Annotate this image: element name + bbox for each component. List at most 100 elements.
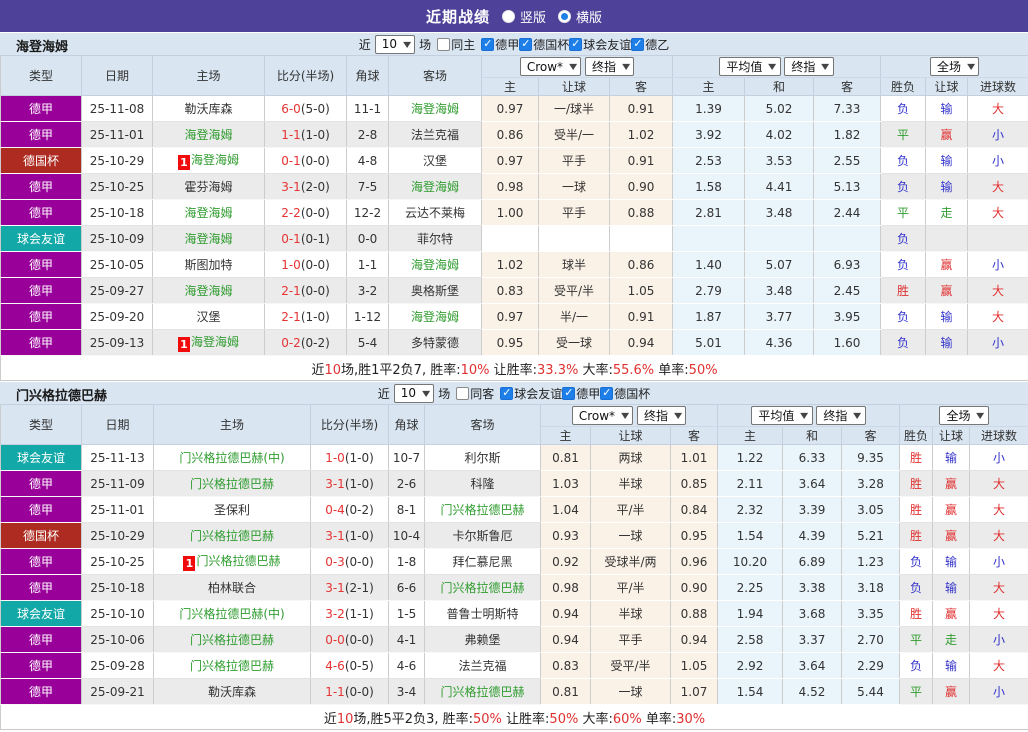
result-cell: 负 [900, 653, 933, 679]
result-text: 赢 [945, 607, 957, 621]
league-filter[interactable]: 德甲 [481, 36, 519, 53]
odds-company-select[interactable]: Crow*▼ [572, 406, 633, 425]
average-odds-cell: 1.39 [673, 96, 745, 122]
result-text: 负 [910, 659, 922, 673]
team-name: 勒沃库森 [184, 102, 232, 116]
scope-select[interactable]: 全场▼ [930, 57, 979, 76]
result-text: 大 [993, 503, 1005, 517]
handicap-odds-cell [482, 226, 539, 252]
league-badge: 德甲 [1, 174, 82, 200]
result-cell: 负 [881, 304, 926, 330]
same-venue-filter[interactable]: 同主 [437, 36, 475, 53]
col-avg-draw: 和 [783, 427, 842, 445]
fulltime-score: 0-1 [281, 154, 301, 168]
fulltime-score: 3-1 [325, 477, 345, 491]
result-cell: 负 [881, 174, 926, 200]
final-index-select[interactable]: 终指▼ [637, 406, 686, 425]
handicap-odds-cell: 1.02 [610, 122, 673, 148]
league-badge: 德甲 [1, 653, 82, 679]
team-name: 奥格斯堡 [411, 284, 459, 298]
handicap-odds-cell: 0.98 [541, 575, 591, 601]
odds-company-select[interactable]: Crow*▼ [520, 57, 581, 76]
checkbox-icon[interactable] [519, 38, 532, 51]
checkbox-icon[interactable] [600, 387, 613, 400]
scope-value: 全场 [946, 407, 970, 424]
date-cell: 25-10-18 [82, 200, 153, 226]
league-filter[interactable]: 德甲 [562, 385, 600, 402]
team-name: 门兴格拉德巴赫 [440, 685, 524, 699]
checkbox-icon[interactable] [456, 387, 469, 400]
halftime-score: (0-0) [301, 206, 330, 220]
team-name: 海登海姆 [411, 258, 459, 272]
league-filter[interactable]: 德国杯 [600, 385, 650, 402]
result-text: 输 [945, 581, 957, 595]
handicap-odds-cell: 0.86 [482, 122, 539, 148]
date-cell: 25-11-09 [82, 471, 154, 497]
checkbox-icon[interactable] [631, 38, 644, 51]
average-select[interactable]: 平均值▼ [751, 406, 812, 425]
checkbox-icon[interactable] [562, 387, 575, 400]
radio-icon[interactable] [502, 10, 515, 23]
match-count-select[interactable]: 10 ▼ [394, 384, 434, 403]
league-filter[interactable]: 德乙 [631, 36, 669, 53]
scope-select[interactable]: 全场▼ [939, 406, 988, 425]
home-team-cell: 霍芬海姆 [153, 174, 265, 200]
date-cell: 25-11-08 [82, 96, 153, 122]
halftime-score: (0-0) [301, 154, 330, 168]
summary-part: 30% [676, 712, 705, 727]
league-filter-label: 德甲 [576, 385, 600, 402]
handicap-odds-cell: 0.94 [610, 330, 673, 356]
chevron-down-icon: ▼ [854, 411, 862, 420]
team-name: 海登海姆 [184, 232, 232, 246]
col-away-odds: 客 [671, 427, 718, 445]
goals-result-cell: 小 [970, 549, 1028, 575]
league-filter[interactable]: 球会友谊 [500, 385, 562, 402]
handicap-odds-cell: 一/球半 [539, 96, 610, 122]
checkbox-icon[interactable] [481, 38, 494, 51]
league-filter[interactable]: 球会友谊 [569, 36, 631, 53]
result-text: 输 [941, 102, 953, 116]
same-venue-filter[interactable]: 同客 [456, 385, 494, 402]
col-home-odds: 主 [541, 427, 591, 445]
radio-icon[interactable] [558, 10, 571, 23]
title-bar: 近期战绩 竖版 横版 [0, 0, 1028, 32]
average-select[interactable]: 平均值▼ [719, 57, 780, 76]
score-cell: 0-3(0-0) [311, 549, 389, 575]
final-index-select[interactable]: 终指▼ [784, 57, 833, 76]
corner-cell: 12-2 [347, 200, 389, 226]
league-filter[interactable]: 德国杯 [519, 36, 569, 53]
layout-vertical-radio[interactable]: 竖版 [502, 7, 546, 26]
fulltime-score: 1-1 [325, 685, 345, 699]
result-cell: 胜 [900, 445, 933, 471]
average-odds-cell [745, 226, 814, 252]
col-avg-away: 客 [814, 78, 881, 96]
checkbox-icon[interactable] [500, 387, 513, 400]
checkbox-icon[interactable] [569, 38, 582, 51]
result-cell: 胜 [900, 471, 933, 497]
checkbox-icon[interactable] [437, 38, 450, 51]
match-count-select[interactable]: 10 ▼ [375, 35, 415, 54]
result-cell: 平 [881, 200, 926, 226]
average-odds-cell: 1.82 [814, 122, 881, 148]
goals-result-cell: 大 [970, 471, 1028, 497]
result-text: 走 [945, 633, 957, 647]
odds-company-value: Crow* [579, 409, 615, 423]
col-corner: 角球 [389, 405, 425, 445]
games-label: 场 [438, 385, 450, 402]
team-name: 海登海姆 [411, 310, 459, 324]
team-name: 海登海姆 [184, 128, 232, 142]
col-away: 客场 [389, 56, 482, 96]
handicap-result-cell: 赢 [926, 278, 968, 304]
goals-result-cell [968, 226, 1028, 252]
filter-bar: 近 10 ▼ 场 同主 德甲德国杯球会友谊德乙 [359, 35, 670, 54]
team-name: 圣保利 [214, 503, 250, 517]
average-odds-cell: 4.36 [745, 330, 814, 356]
date-cell: 25-10-25 [82, 174, 153, 200]
result-text: 平 [910, 685, 922, 699]
result-text: 胜 [910, 607, 922, 621]
final-index-select[interactable]: 终指▼ [585, 57, 634, 76]
layout-horizontal-radio[interactable]: 横版 [558, 7, 602, 26]
score-cell: 0-1(0-0) [265, 148, 347, 174]
final-index-select[interactable]: 终指▼ [816, 406, 865, 425]
result-text: 胜 [910, 451, 922, 465]
